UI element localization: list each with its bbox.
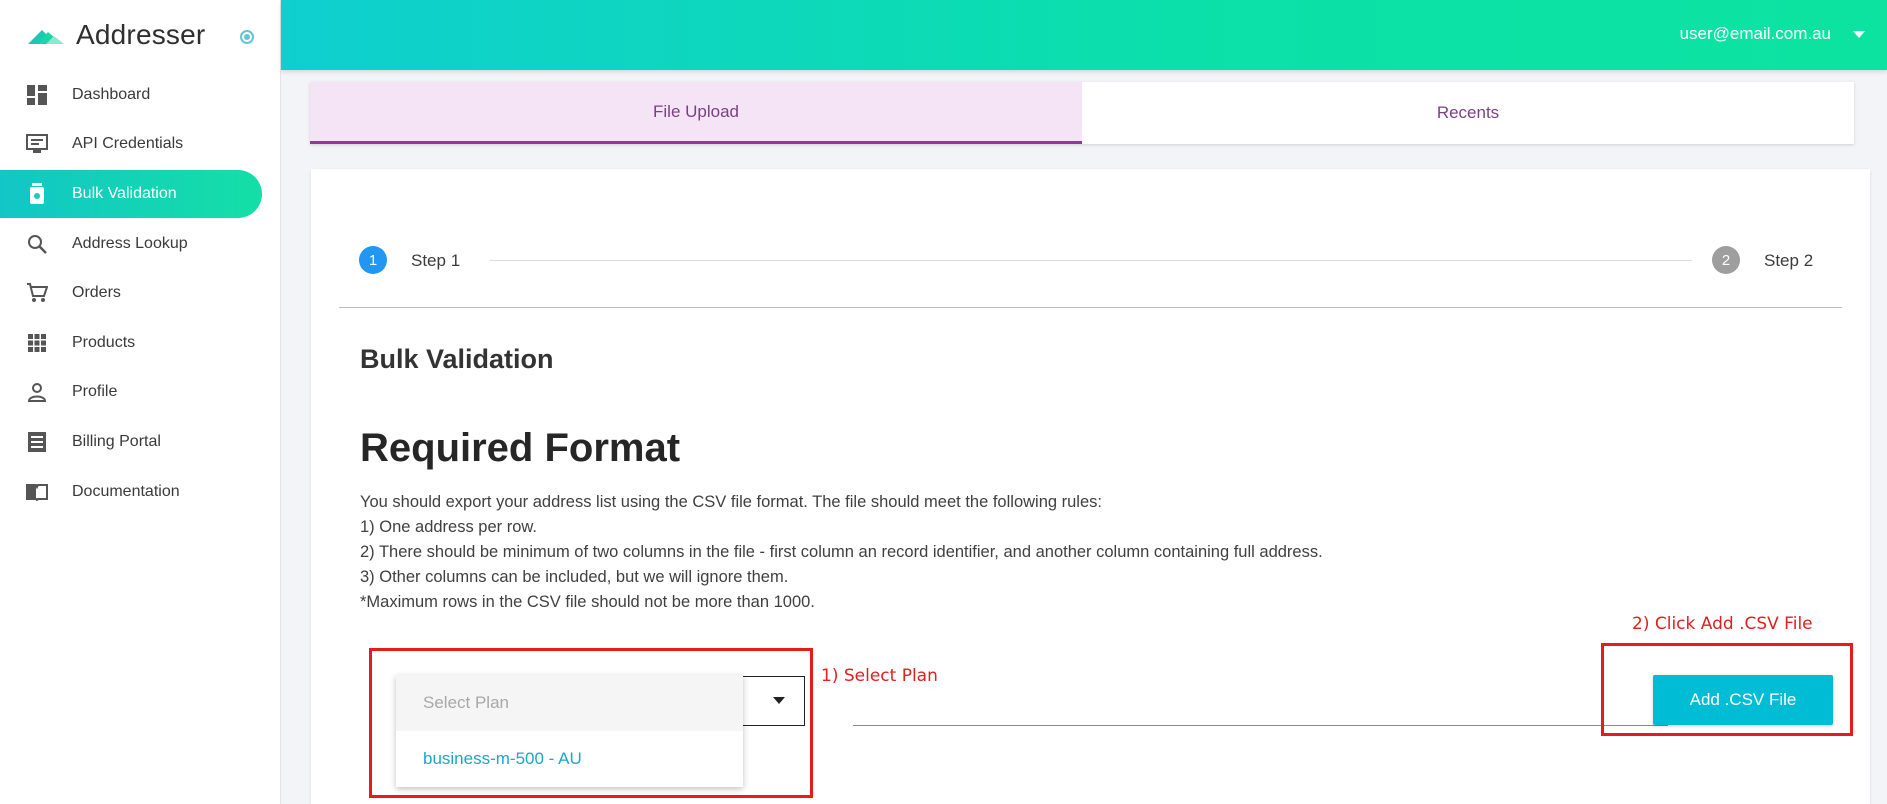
receipt-icon (26, 431, 48, 453)
addresser-logo-icon (28, 30, 64, 44)
sidebar-item-orders[interactable]: Orders (0, 268, 281, 318)
sidebar-item-billing-portal[interactable]: Billing Portal (0, 417, 281, 467)
sidebar-item-label: Bulk Validation (72, 184, 177, 202)
top-bar: user@email.com.au (281, 0, 1887, 70)
annotation-box-select-plan (369, 648, 813, 798)
required-format-heading: Required Format (360, 426, 681, 470)
stepper: 1 Step 1 2 Step 2 (339, 245, 1815, 275)
sidebar-item-label: Address Lookup (72, 234, 188, 252)
rule-item: 1) One address per row. (360, 518, 538, 536)
cart-icon (26, 282, 48, 304)
tab-file-upload[interactable]: File Upload (310, 82, 1082, 144)
annotation-box-add-csv (1601, 643, 1853, 736)
sidebar-item-products[interactable]: Products (0, 318, 281, 368)
step-1-indicator: 1 (359, 246, 387, 274)
section-title: Bulk Validation (360, 344, 554, 374)
book-icon (26, 481, 48, 503)
sidebar-item-address-lookup[interactable]: Address Lookup (0, 219, 281, 269)
search-icon (26, 233, 48, 255)
sidebar-item-label: API Credentials (72, 135, 184, 153)
sidebar-item-label: Dashboard (72, 85, 151, 103)
grid-icon (26, 332, 48, 354)
format-rules: You should export your address list usin… (360, 490, 1323, 615)
tab-recents[interactable]: Recents (1082, 82, 1854, 144)
sidebar-item-label: Orders (72, 284, 121, 302)
dashboard-icon (26, 84, 48, 106)
rule-item: 2) There should be minimum of two column… (360, 543, 1323, 561)
sidebar-item-documentation[interactable]: Documentation (0, 467, 281, 517)
file-input-underline[interactable] (853, 725, 1668, 726)
brand[interactable]: Addresser (26, 16, 205, 54)
tab-bar: File Upload Recents (310, 82, 1854, 144)
step-2-label[interactable]: Step 2 (1764, 251, 1813, 271)
sidebar-nav: Dashboard API Credentials Bulk Validatio… (0, 70, 281, 516)
step-1-label[interactable]: Step 1 (411, 251, 460, 271)
person-icon (26, 381, 48, 403)
annotation-select-plan: 1) Select Plan (821, 666, 938, 686)
sidebar: Addresser Dashboard API Credentials Bulk… (0, 0, 281, 804)
rules-intro: You should export your address list usin… (360, 493, 1102, 511)
sidebar-item-dashboard[interactable]: Dashboard (0, 70, 281, 120)
user-menu[interactable]: user@email.com.au (1680, 24, 1831, 44)
sidebar-toggle-icon[interactable] (240, 30, 254, 44)
sidebar-item-label: Profile (72, 383, 118, 401)
sidebar-item-label: Documentation (72, 482, 180, 500)
app-name: Addresser (76, 19, 206, 50)
sidebar-item-label: Billing Portal (72, 432, 161, 450)
sidebar-item-label: Products (72, 333, 136, 351)
bulk-validation-icon (26, 182, 48, 205)
rule-note: *Maximum rows in the CSV file should not… (360, 593, 815, 611)
sidebar-item-profile[interactable]: Profile (0, 368, 281, 418)
annotation-add-csv: 2) Click Add .CSV File (1632, 614, 1813, 634)
step-2-indicator: 2 (1712, 246, 1740, 274)
chevron-down-icon[interactable] (1853, 31, 1865, 38)
stepper-connector (490, 260, 1692, 261)
sidebar-item-api-credentials[interactable]: API Credentials (0, 120, 281, 170)
sidebar-item-bulk-validation[interactable]: Bulk Validation (0, 169, 281, 219)
api-credentials-icon (26, 133, 48, 155)
rule-item: 3) Other columns can be included, but we… (360, 568, 789, 586)
divider (339, 307, 1842, 308)
